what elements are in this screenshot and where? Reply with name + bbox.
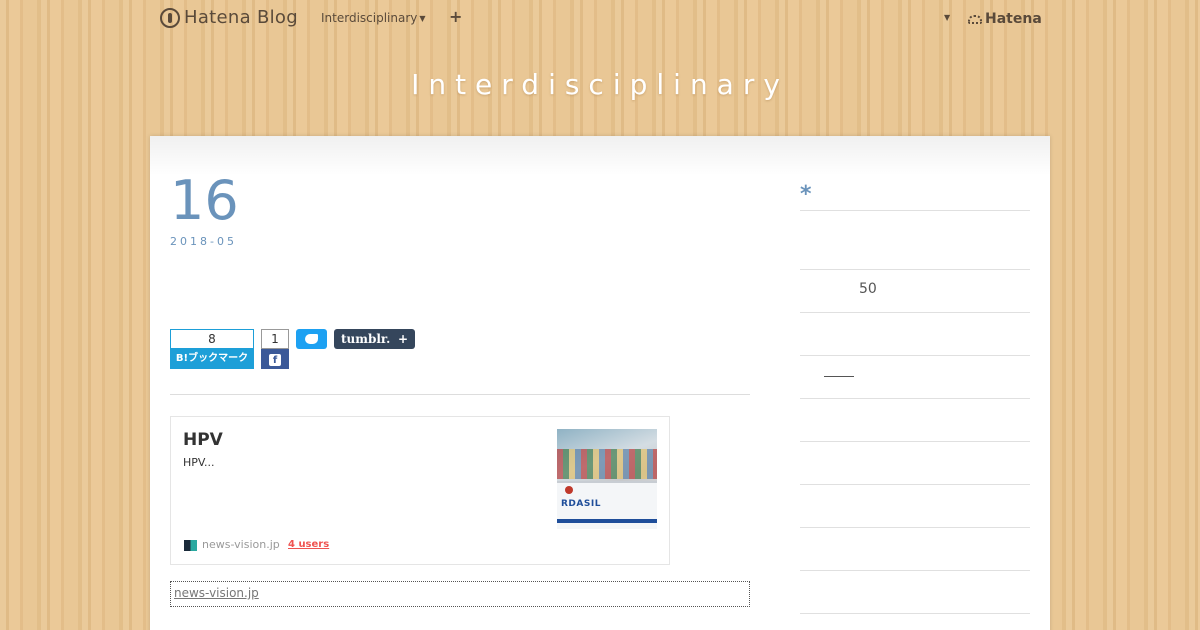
global-header: Hatena Blog Interdisciplinary ▼ + ▼ Haten… <box>0 0 1200 38</box>
facebook-share-button[interactable]: 1 f <box>261 329 289 369</box>
sidebar-divider <box>800 527 1030 528</box>
twitter-share-button[interactable] <box>296 329 327 349</box>
plus-icon: + <box>397 332 408 346</box>
pen-icon <box>160 7 180 28</box>
sidebar-divider <box>800 269 1030 270</box>
embed-thumbnail[interactable]: RDASIL <box>557 429 657 529</box>
entry-date-year-month[interactable]: 2018-05 <box>170 235 237 248</box>
hatena-account-button[interactable]: Hatena <box>968 11 1042 27</box>
sidebar-asterisk-icon: * <box>800 182 812 207</box>
twitter-bird-icon <box>305 334 318 344</box>
hatena-bookmark-label: B!ブックマーク <box>170 349 254 369</box>
site-favicon-icon <box>184 540 197 551</box>
hatena-label: Hatena <box>985 11 1042 27</box>
sidebar-divider <box>800 570 1030 571</box>
sidebar-divider <box>800 398 1030 399</box>
embed-site-name[interactable]: news-vision.jp <box>202 538 280 551</box>
logo-text: Hatena Blog <box>184 7 298 28</box>
source-link[interactable]: news-vision.jp <box>170 581 750 607</box>
sidebar-divider <box>800 355 1030 356</box>
hatena-cloud-icon <box>968 14 982 24</box>
embedded-link-card[interactable]: HPV HPV... RDASIL news-vision.jp 4 users <box>170 416 670 565</box>
facebook-icon: f <box>269 354 281 366</box>
embed-title[interactable]: HPV <box>183 430 223 450</box>
divider <box>170 394 750 395</box>
sidebar-item-number[interactable]: 50 <box>859 281 877 297</box>
embed-bookmark-users[interactable]: 4 users <box>288 539 329 550</box>
embed-description: HPV... <box>183 456 215 469</box>
sidebar-dash <box>824 376 854 377</box>
tumblr-share-button[interactable]: tumblr. + <box>334 329 415 349</box>
content-card: 16 2018-05 8 B!ブックマーク 1 f tumblr. + HPV … <box>150 136 1050 630</box>
sidebar-divider <box>800 312 1030 313</box>
tumblr-label: tumblr. <box>341 332 391 346</box>
sidebar-divider <box>800 613 1030 614</box>
caret-down-icon[interactable]: ▼ <box>944 13 950 22</box>
hatena-bookmark-count: 8 <box>170 329 254 349</box>
hatena-blog-logo[interactable]: Hatena Blog <box>160 7 298 28</box>
entry-date-day: 16 <box>170 169 239 232</box>
caret-down-icon: ▼ <box>419 14 426 23</box>
sidebar-divider <box>800 484 1030 485</box>
hatena-bookmark-button[interactable]: 8 B!ブックマーク <box>170 329 254 369</box>
thumbnail-text: RDASIL <box>561 499 601 509</box>
sidebar-divider <box>800 210 1030 211</box>
add-button[interactable]: + <box>449 7 462 26</box>
facebook-share-count: 1 <box>261 329 289 349</box>
blog-title[interactable]: Interdisciplinary <box>0 68 1200 101</box>
blog-menu-button[interactable]: Interdisciplinary ▼ <box>321 11 426 25</box>
blog-menu-label: Interdisciplinary <box>321 11 418 25</box>
sidebar-divider <box>800 441 1030 442</box>
